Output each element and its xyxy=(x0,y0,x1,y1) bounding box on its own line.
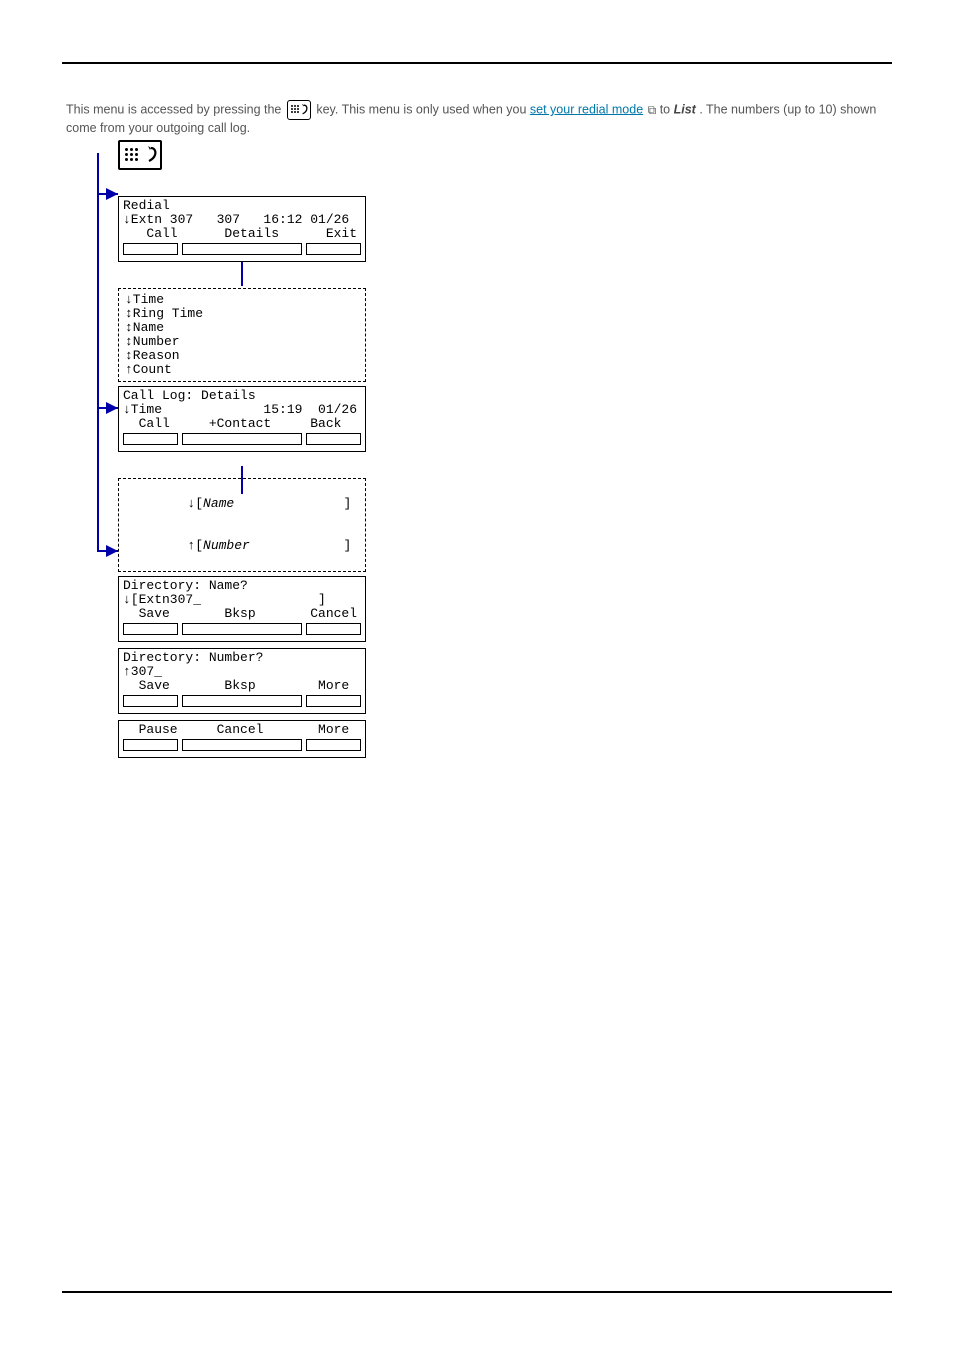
bottom-divider xyxy=(62,1291,892,1293)
directory-name-save-button[interactable] xyxy=(123,623,178,635)
redial-key-large-icon xyxy=(118,140,162,170)
intro-text-1: This menu is accessed by pressing the xyxy=(66,102,285,116)
call-log-softkey-labels: Call +Contact Back xyxy=(123,417,361,431)
name-number-edit-hint: ↓[Name ] ↑[Number ] xyxy=(118,478,366,572)
directory-number-pause-button[interactable] xyxy=(123,739,178,751)
field-reason: ↕Reason xyxy=(125,349,359,363)
directory-name-screen: Directory: Name? ↓[Extn307_ ] Save Bksp … xyxy=(118,576,366,642)
directory-number-more-softkey-labels: Pause Cancel More xyxy=(123,723,361,737)
directory-name-bksp-button[interactable] xyxy=(182,623,302,635)
intro-bold: List xyxy=(674,102,696,116)
field-time: ↓Time xyxy=(125,293,359,307)
field-number: ↕Number xyxy=(125,335,359,349)
directory-name-title: Directory: Name? xyxy=(123,579,361,593)
intro-paragraph: This menu is accessed by pressing the ke… xyxy=(66,100,888,137)
edit-name-placeholder: Name xyxy=(203,496,234,511)
edit-number-placeholder: Number xyxy=(203,538,250,553)
field-count: ↑Count xyxy=(125,363,359,377)
set-redial-mode-link[interactable]: set your redial mode xyxy=(530,102,643,116)
redial-softkey-labels: Call Details Exit xyxy=(123,227,361,241)
top-divider xyxy=(62,62,892,64)
directory-number-value: ↑307_ xyxy=(123,665,361,679)
redial-exit-button[interactable] xyxy=(306,243,361,255)
directory-number-more-screen: Pause Cancel More xyxy=(118,720,366,758)
directory-number-cancel-button[interactable] xyxy=(182,739,302,751)
menu-flow-diagram: Redial ↓Extn 307 307 16:12 01/26 Call De… xyxy=(90,140,380,764)
directory-number-more2-button[interactable] xyxy=(306,739,361,751)
call-log-add-contact-button[interactable] xyxy=(182,433,302,445)
redial-details-button[interactable] xyxy=(182,243,302,255)
intro-text-3: to xyxy=(660,102,674,116)
call-log-softkey-buttons xyxy=(123,433,361,445)
directory-name-cancel-button[interactable] xyxy=(306,623,361,635)
directory-number-title: Directory: Number? xyxy=(123,651,361,665)
call-log-details-screen: Call Log: Details ↓Time 15:19 01/26 Call… xyxy=(118,386,366,452)
directory-number-screen: Directory: Number? ↑307_ Save Bksp More xyxy=(118,648,366,714)
redial-screen: Redial ↓Extn 307 307 16:12 01/26 Call De… xyxy=(118,196,366,262)
redial-entry: ↓Extn 307 307 16:12 01/26 xyxy=(123,213,361,227)
edit-number-post: ] xyxy=(250,538,351,553)
intro-text-2: key. This menu is only used when you xyxy=(316,102,530,116)
edit-name-post: ] xyxy=(234,496,351,511)
field-name: ↕Name xyxy=(125,321,359,335)
edit-number-pre: ↑[ xyxy=(187,538,203,553)
redial-call-button[interactable] xyxy=(123,243,178,255)
directory-number-save-button[interactable] xyxy=(123,695,178,707)
redial-key-icon xyxy=(287,100,311,120)
popup-link-icon: ⧉ xyxy=(648,102,657,118)
directory-number-bksp-button[interactable] xyxy=(182,695,302,707)
directory-number-more-button[interactable] xyxy=(306,695,361,707)
field-ring-time: ↕Ring Time xyxy=(125,307,359,321)
redial-title: Redial xyxy=(123,199,361,213)
directory-number-more-softkey-buttons xyxy=(123,739,361,751)
call-log-call-button[interactable] xyxy=(123,433,178,445)
directory-number-softkey-buttons xyxy=(123,695,361,707)
call-log-title: Call Log: Details xyxy=(123,389,361,403)
directory-name-softkey-labels: Save Bksp Cancel xyxy=(123,607,361,621)
edit-name-pre: ↓[ xyxy=(187,496,203,511)
directory-name-value: ↓[Extn307_ ] xyxy=(123,593,361,607)
directory-number-softkey-labels: Save Bksp More xyxy=(123,679,361,693)
details-field-list: ↓Time ↕Ring Time ↕Name ↕Number ↕Reason ↑… xyxy=(118,288,366,382)
call-log-back-button[interactable] xyxy=(306,433,361,445)
call-log-line: ↓Time 15:19 01/26 xyxy=(123,403,361,417)
directory-name-softkey-buttons xyxy=(123,623,361,635)
redial-softkey-buttons xyxy=(123,243,361,255)
